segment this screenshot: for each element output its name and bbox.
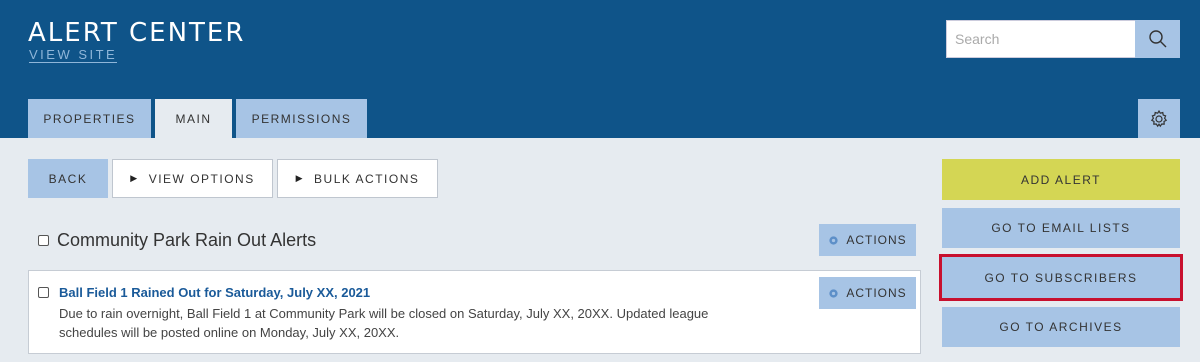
bulk-actions-button[interactable]: ▶ BULK ACTIONS (277, 159, 438, 198)
tab-properties[interactable]: PROPERTIES (28, 99, 151, 138)
tab-main[interactable]: MAIN (155, 99, 232, 138)
search-box (946, 20, 1180, 58)
go-to-archives-button[interactable]: GO TO ARCHIVES (942, 307, 1180, 347)
view-options-button[interactable]: ▶ VIEW OPTIONS (112, 159, 273, 198)
actions-gear-icon (828, 235, 839, 246)
go-to-email-lists-button[interactable]: GO TO EMAIL LISTS (942, 208, 1180, 248)
item-description: Due to rain overnight, Ball Field 1 at C… (59, 306, 709, 340)
add-alert-button[interactable]: ADD ALERT (942, 159, 1180, 200)
bulk-actions-label: BULK ACTIONS (314, 171, 420, 186)
search-icon (1148, 30, 1166, 48)
settings-button[interactable] (1138, 99, 1180, 138)
group-title: Community Park Rain Out Alerts (57, 230, 317, 250)
header: ALERT CENTER VIEW SITE PROPERTIES MAIN P… (0, 0, 1200, 138)
view-site-link[interactable]: VIEW SITE (29, 48, 118, 63)
triangle-right-icon: ▶ (295, 173, 305, 183)
gear-icon (1150, 109, 1168, 127)
group-checkbox[interactable] (38, 235, 49, 246)
back-button[interactable]: BACK (28, 159, 108, 198)
actions-gear-icon (828, 288, 839, 299)
triangle-right-icon: ▶ (130, 173, 139, 183)
app-title: ALERT CENTER (28, 18, 246, 48)
item-actions-label: ACTIONS (846, 286, 907, 300)
alert-item: Ball Field 1 Rained Out for Saturday, Ju… (28, 270, 921, 354)
view-options-label: VIEW OPTIONS (148, 171, 255, 186)
item-title-link[interactable]: Ball Field 1 Rained Out for Saturday, Ju… (59, 285, 370, 300)
group-actions-button[interactable]: ACTIONS (819, 224, 916, 256)
search-button[interactable] (1135, 20, 1180, 58)
tab-permissions[interactable]: PERMISSIONS (236, 99, 367, 138)
item-actions-button[interactable]: ACTIONS (819, 277, 916, 309)
item-checkbox[interactable] (38, 287, 49, 298)
go-to-subscribers-button[interactable]: GO TO SUBSCRIBERS (939, 254, 1183, 301)
group-actions-label: ACTIONS (846, 233, 907, 247)
search-input[interactable] (946, 20, 1135, 58)
